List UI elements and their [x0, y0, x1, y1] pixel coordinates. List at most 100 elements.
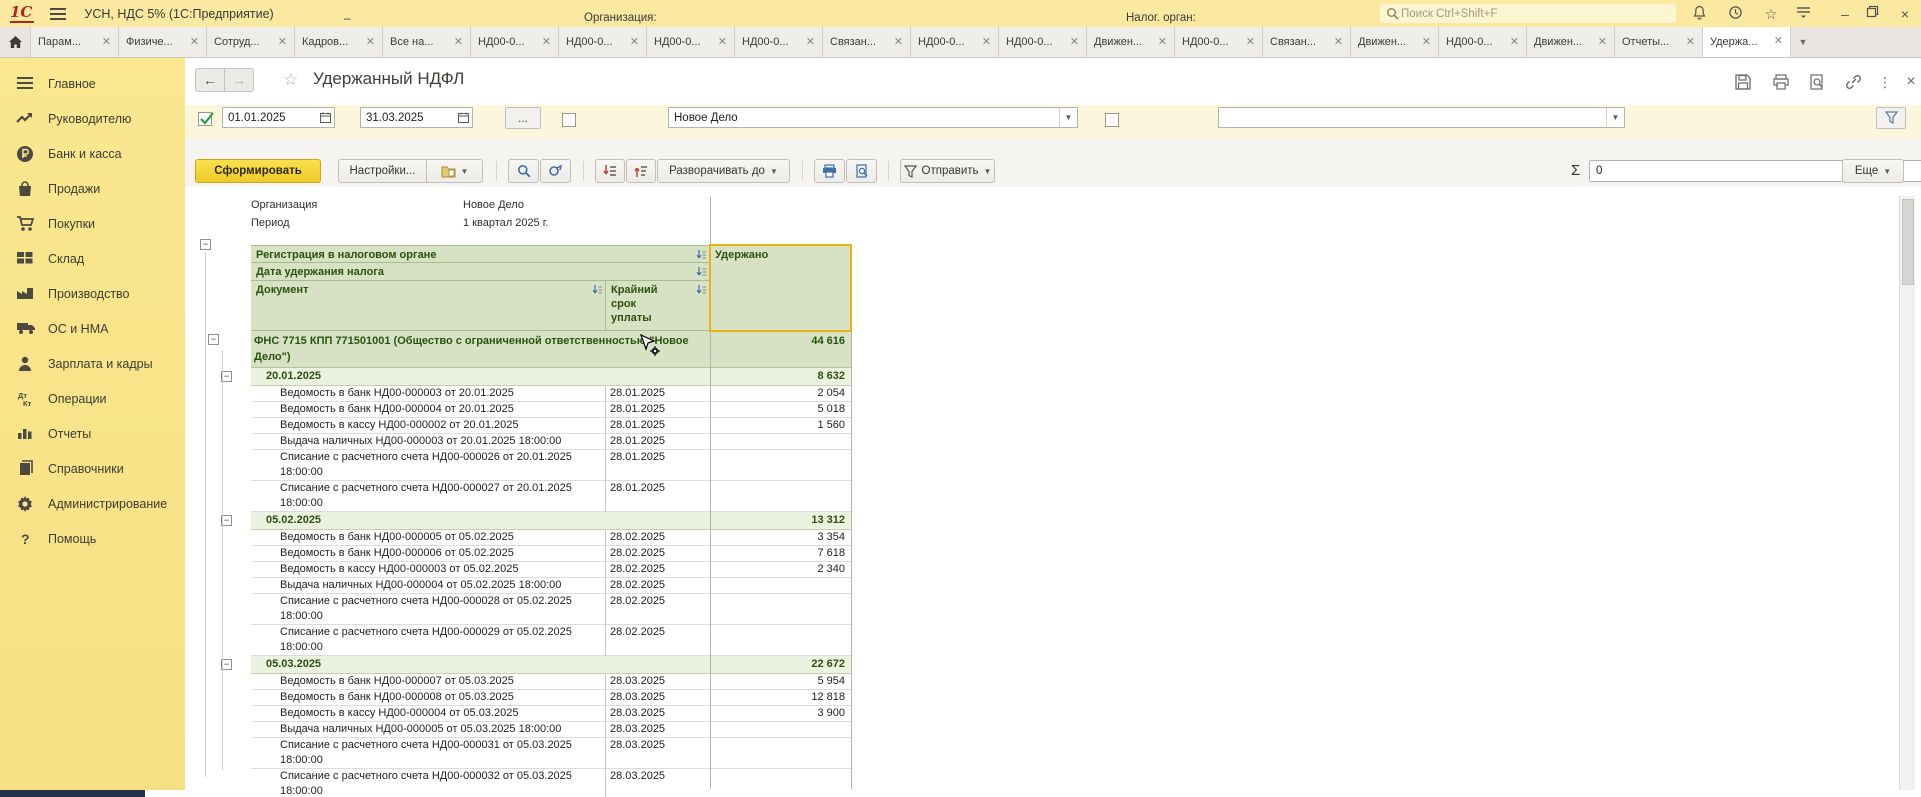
- calendar-icon[interactable]: [317, 108, 334, 127]
- tab-close-icon[interactable]: ✕: [454, 37, 463, 48]
- sidebar-item-rukovoditelyu[interactable]: Руководителю: [0, 105, 185, 132]
- table-row[interactable]: − Ведомость в кассу НД00-000003 от 05.02…: [196, 562, 851, 578]
- organization-checkbox[interactable]: [562, 113, 576, 127]
- table-row[interactable]: − Списание с расчетного счета НД00-00003…: [196, 769, 851, 797]
- tab-close-icon[interactable]: ✕: [542, 37, 551, 48]
- document-tab[interactable]: Сотруд... ✕: [207, 27, 295, 57]
- document-tab[interactable]: НД00-0... ✕: [999, 27, 1087, 57]
- table-row[interactable]: − Ведомость в кассу НД00-000002 от 20.01…: [196, 418, 851, 434]
- date-from-field[interactable]: [222, 107, 335, 128]
- sort-icon[interactable]: [696, 266, 707, 278]
- table-row[interactable]: − Выдача наличных НД00-000005 от 05.03.2…: [196, 722, 851, 738]
- chevron-down-icon[interactable]: ▼: [1059, 108, 1077, 127]
- document-tab[interactable]: Связан... ✕: [1263, 27, 1351, 57]
- table-row[interactable]: − Выдача наличных НД00-000004 от 05.02.2…: [196, 578, 851, 594]
- print-button[interactable]: [814, 159, 845, 183]
- expand-groups-button[interactable]: [626, 159, 656, 183]
- tab-close-icon[interactable]: ✕: [102, 37, 111, 48]
- organization-field[interactable]: ▼: [668, 107, 1078, 128]
- report-variants-button[interactable]: ▼: [426, 159, 483, 183]
- sidebar-item-glavnoe[interactable]: Главное: [0, 70, 185, 97]
- more-actions-button[interactable]: Еще ▼: [1842, 159, 1904, 183]
- document-tab[interactable]: НД00-0... ✕: [1439, 27, 1527, 57]
- tab-close-icon[interactable]: ✕: [1070, 37, 1079, 48]
- tax-authority-checkbox[interactable]: [1105, 113, 1119, 127]
- document-tab[interactable]: Все на... ✕: [383, 27, 471, 57]
- table-row[interactable]: − 20.01.2025 8 632: [196, 368, 851, 386]
- search-input[interactable]: [1399, 7, 1653, 21]
- close-window-icon[interactable]: ×: [1896, 5, 1914, 23]
- sidebar-item-prodazhi[interactable]: Продажи: [0, 175, 185, 202]
- generate-button[interactable]: Сформировать: [195, 159, 321, 183]
- tab-close-icon[interactable]: ✕: [1246, 37, 1255, 48]
- close-report-icon[interactable]: ×: [1900, 72, 1921, 92]
- favorite-star-icon[interactable]: ☆: [283, 70, 298, 90]
- document-tab[interactable]: НД00-0... ✕: [1175, 27, 1263, 57]
- notifications-bell-icon[interactable]: [1692, 5, 1710, 23]
- date-to-input[interactable]: [361, 111, 455, 125]
- tab-close-icon[interactable]: ✕: [1158, 37, 1167, 48]
- table-row[interactable]: − Ведомость в банк НД00-000005 от 05.02.…: [196, 530, 851, 546]
- document-tab[interactable]: НД00-0... ✕: [559, 27, 647, 57]
- sidebar-item-operacii[interactable]: ДтКт Операции: [0, 385, 185, 412]
- sidebar-item-pokupki[interactable]: Покупки: [0, 210, 185, 237]
- chevron-down-icon[interactable]: ▼: [1606, 108, 1624, 127]
- date-from-input[interactable]: [223, 111, 317, 125]
- restore-icon[interactable]: [1866, 5, 1884, 23]
- main-menu-icon[interactable]: [50, 8, 66, 20]
- organization-input[interactable]: [669, 111, 1059, 125]
- tab-close-icon[interactable]: ✕: [1510, 37, 1519, 48]
- table-row[interactable]: − Списание с расчетного счета НД00-00002…: [196, 481, 851, 512]
- document-tab[interactable]: НД00-0... ✕: [647, 27, 735, 57]
- collapse-groups-button[interactable]: [595, 159, 625, 183]
- document-tab[interactable]: Движен... ✕: [1527, 27, 1615, 57]
- preview-icon[interactable]: [1806, 72, 1828, 92]
- favorites-star-icon[interactable]: ☆: [1762, 5, 1780, 23]
- document-tab[interactable]: НД00-0... ✕: [471, 27, 559, 57]
- print-preview-button[interactable]: [846, 159, 877, 183]
- document-tab[interactable]: Отчеты... ✕: [1615, 27, 1703, 57]
- table-row[interactable]: − 05.02.2025 13 312: [196, 512, 851, 530]
- forward-button[interactable]: →: [224, 68, 254, 92]
- tab-close-icon[interactable]: ✕: [366, 37, 375, 48]
- document-tab[interactable]: Удержа... ✕: [1703, 27, 1791, 57]
- tab-close-icon[interactable]: ✕: [1774, 36, 1783, 47]
- collapse-all-toggle[interactable]: −: [200, 239, 211, 250]
- tab-close-icon[interactable]: ✕: [630, 37, 639, 48]
- column-registration[interactable]: Регистрация в налоговом органе: [251, 245, 710, 263]
- expand-to-button[interactable]: Разворачивать до ▼: [657, 159, 790, 183]
- tabs-overflow-icon[interactable]: ▼: [1790, 27, 1816, 57]
- tab-close-icon[interactable]: ✕: [894, 37, 903, 48]
- more-menu-icon[interactable]: ⋮: [1878, 72, 1892, 92]
- tab-close-icon[interactable]: ✕: [982, 37, 991, 48]
- tab-close-icon[interactable]: ✕: [1686, 37, 1695, 48]
- sort-icon[interactable]: [696, 249, 707, 261]
- history-icon[interactable]: [1728, 5, 1746, 23]
- table-row[interactable]: − Списание с расчетного счета НД00-00003…: [196, 738, 851, 769]
- print-icon[interactable]: [1770, 72, 1792, 92]
- find-button[interactable]: [508, 159, 539, 183]
- sidebar-item-administrirovanie[interactable]: Администрирование: [0, 490, 185, 517]
- table-row[interactable]: − Ведомость в кассу НД00-000004 от 05.03…: [196, 706, 851, 722]
- link-icon[interactable]: [1842, 72, 1864, 92]
- collapse-toggle[interactable]: −: [208, 334, 219, 345]
- table-row[interactable]: − ФНС 7715 КПП 771501001 (Общество с огр…: [196, 331, 851, 368]
- tax-authority-input[interactable]: [1219, 111, 1606, 125]
- table-row[interactable]: − Списание с расчетного счета НД00-00002…: [196, 450, 851, 481]
- tax-authority-field[interactable]: ▼: [1218, 107, 1625, 128]
- sidebar-item-otchety[interactable]: Отчеты: [0, 420, 185, 447]
- tab-close-icon[interactable]: ✕: [190, 37, 199, 48]
- tab-close-icon[interactable]: ✕: [278, 37, 287, 48]
- column-due-date[interactable]: Крайний срок уплаты: [606, 281, 710, 331]
- document-tab[interactable]: Физиче... ✕: [119, 27, 207, 57]
- period-checkbox[interactable]: [198, 112, 212, 126]
- tab-close-icon[interactable]: ✕: [718, 37, 727, 48]
- service-menu-icon[interactable]: [1796, 5, 1814, 23]
- global-search[interactable]: [1380, 4, 1676, 23]
- column-document[interactable]: Документ: [251, 281, 606, 331]
- settings-button[interactable]: Настройки...: [338, 159, 427, 183]
- sidebar-item-bank-i-kassa[interactable]: Банк и касса: [0, 140, 185, 167]
- sidebar-item-os-i-nma[interactable]: ОС и НМА: [0, 315, 185, 342]
- document-tab[interactable]: Движен... ✕: [1351, 27, 1439, 57]
- calendar-icon[interactable]: [455, 108, 472, 127]
